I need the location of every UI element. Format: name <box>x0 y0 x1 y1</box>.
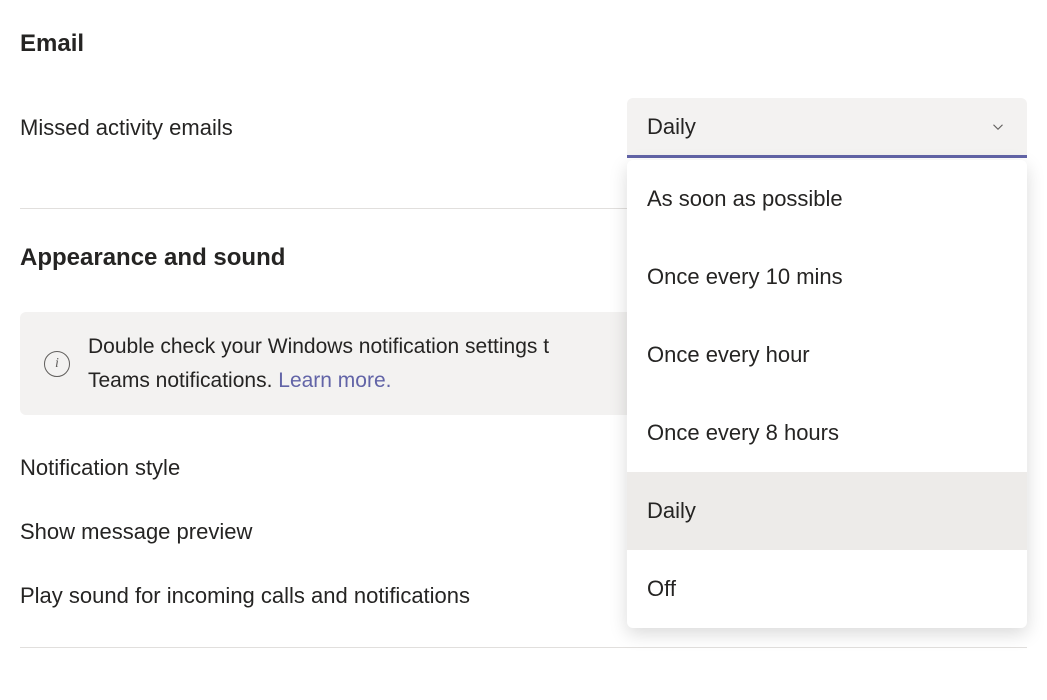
missed-activity-label: Missed activity emails <box>20 115 233 141</box>
dropdown-option-hour[interactable]: Once every hour <box>627 316 1027 394</box>
dropdown-option-off[interactable]: Off <box>627 550 1027 628</box>
learn-more-link[interactable]: Learn more. <box>278 369 391 392</box>
missed-activity-dropdown[interactable]: Daily <box>627 98 1027 158</box>
dropdown-option-asap[interactable]: As soon as possible <box>627 160 1027 238</box>
chevron-down-icon <box>989 118 1007 136</box>
info-text-line2: Teams notifications. <box>88 369 272 392</box>
info-text-line1: Double check your Windows notification s… <box>88 335 549 358</box>
info-icon: i <box>44 351 70 377</box>
bottom-divider <box>20 647 1027 648</box>
dropdown-option-daily[interactable]: Daily <box>627 472 1027 550</box>
missed-activity-dropdown-menu: As soon as possible Once every 10 mins O… <box>627 160 1027 628</box>
email-section-heading: Email <box>20 30 1027 58</box>
missed-activity-row: Missed activity emails Daily As soon as … <box>20 98 1027 158</box>
dropdown-option-8hours[interactable]: Once every 8 hours <box>627 394 1027 472</box>
dropdown-option-10mins[interactable]: Once every 10 mins <box>627 238 1027 316</box>
dropdown-selected-value: Daily <box>647 114 696 140</box>
info-text: Double check your Windows notification s… <box>88 330 549 397</box>
missed-activity-dropdown-container: Daily As soon as possible Once every 10 … <box>627 98 1027 158</box>
